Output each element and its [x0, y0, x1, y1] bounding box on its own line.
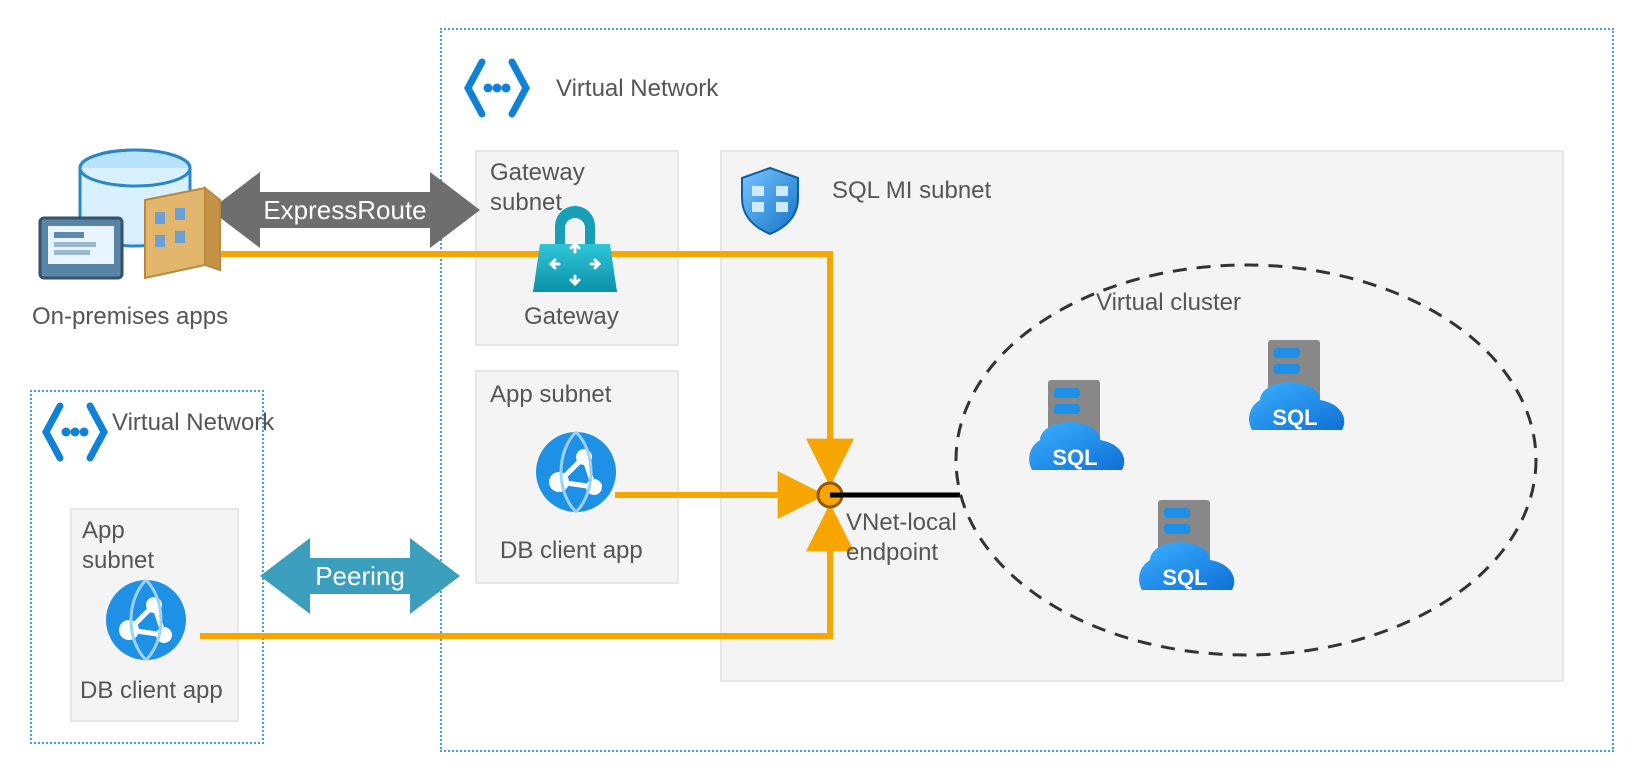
sql-badge-text: SQL: [1272, 405, 1317, 430]
db-client-icon-left: [106, 580, 186, 660]
shield-icon: [742, 168, 798, 234]
gateway-subnet-title: Gateway subnet: [490, 158, 585, 218]
vnet-icon: [468, 62, 526, 114]
app-subnet-main-title: App subnet: [490, 380, 611, 410]
sql-node-3: SQL: [1139, 500, 1234, 590]
db-client-left-label: DB client app: [80, 676, 223, 706]
db-client-main-label: DB client app: [500, 536, 643, 566]
on-prem-label: On-premises apps: [32, 302, 228, 332]
sql-subnet-title: SQL MI subnet: [832, 176, 991, 206]
sql-badge-text: SQL: [1162, 565, 1207, 590]
sql-node-2: SQL: [1249, 340, 1344, 430]
sql-node-1: SQL: [1029, 380, 1124, 470]
endpoint-label: VNet-local endpoint: [846, 508, 957, 568]
gateway-icon: [533, 206, 617, 292]
sql-badge-text: SQL: [1052, 445, 1097, 470]
expressroute-label: ExpressRoute: [263, 195, 426, 225]
vnet-left-label: Virtual Network: [112, 408, 274, 438]
db-client-icon-main: [536, 432, 616, 512]
vnet-main-label: Virtual Network: [556, 74, 718, 104]
vnet-icon-left: [46, 406, 104, 458]
on-prem-icon: [40, 150, 220, 278]
gateway-label: Gateway: [524, 302, 619, 332]
peering-label: Peering: [315, 561, 405, 591]
diagram-canvas: SQL SQL SQL ExpressRoute Peering Virtual…: [0, 0, 1641, 775]
overlay-svg: SQL SQL SQL ExpressRoute Peering: [0, 0, 1641, 775]
app-subnet-left-title: App subnet: [82, 516, 154, 576]
virtual-cluster-label: Virtual cluster: [1096, 288, 1241, 318]
